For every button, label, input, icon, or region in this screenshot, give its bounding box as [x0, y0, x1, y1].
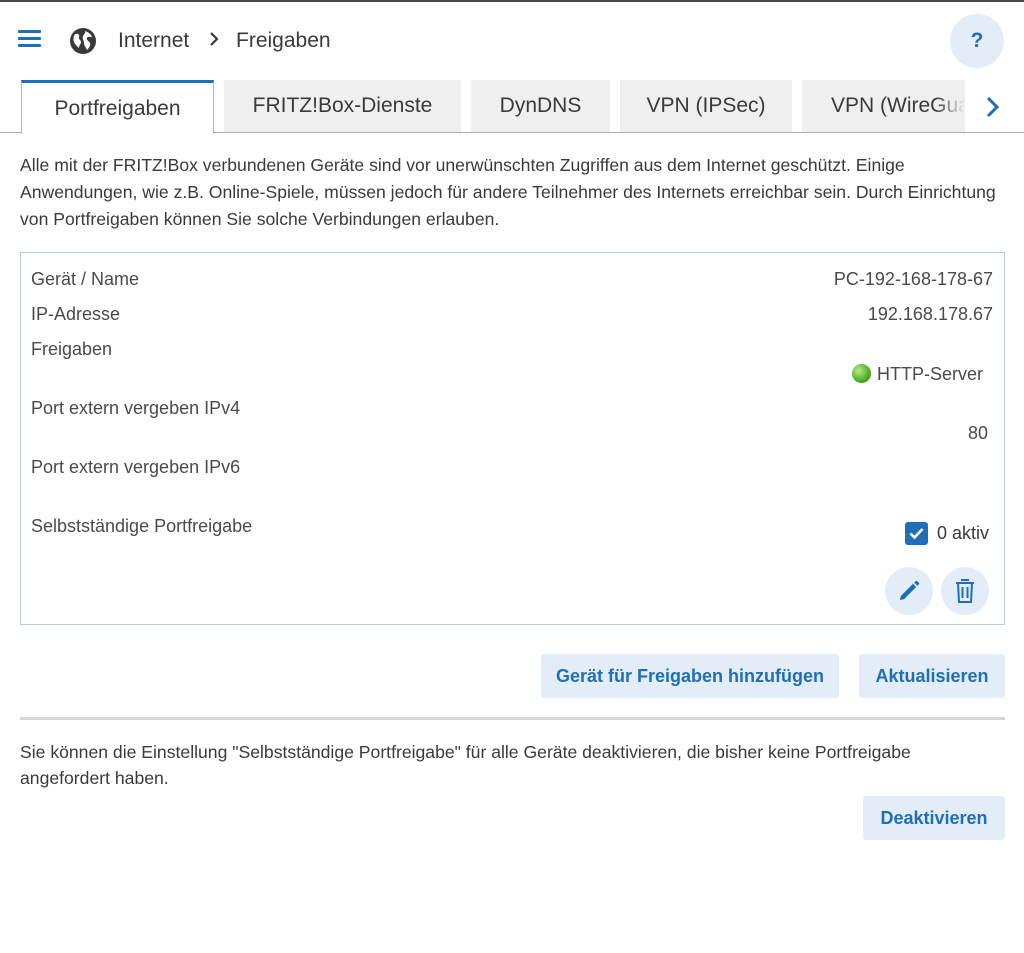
ip-address-value: 192.168.178.67: [867, 304, 993, 324]
section-divider: [20, 717, 1005, 720]
tab-dyndns[interactable]: DynDNS: [471, 80, 610, 132]
tab-fritzbox-dienste[interactable]: FRITZ!Box-Dienste: [224, 80, 461, 132]
ip-address-label: IP-Adresse: [31, 304, 121, 324]
add-device-button[interactable]: Gerät für Freigaben hinzufügen: [541, 654, 839, 698]
tab-scroll-right-icon[interactable]: [982, 94, 1004, 120]
deactivate-info-text: Sie können die Einstellung "Selbstständi…: [20, 742, 911, 788]
share-entry: HTTP-Server: [851, 364, 983, 385]
device-name-label: Gerät / Name: [31, 269, 140, 289]
edit-button[interactable]: [885, 567, 933, 615]
device-name-value: PC-192-168-178-67: [833, 269, 993, 289]
share-name: HTTP-Server: [876, 364, 983, 384]
pencil-icon: [900, 580, 920, 600]
shares-label: Freigaben: [31, 339, 113, 359]
help-button[interactable]: ?: [950, 14, 1004, 68]
globe-icon: [69, 27, 97, 55]
port-ipv4-label: Port extern vergeben IPv4: [31, 398, 241, 418]
refresh-button[interactable]: Aktualisieren: [859, 654, 1005, 698]
port-ipv6-label: Port extern vergeben IPv6: [31, 457, 241, 477]
device-card: Gerät / Name PC-192-168-178-67 IP-Adress…: [20, 252, 1005, 625]
delete-button[interactable]: [941, 567, 989, 615]
breadcrumb-internet[interactable]: Internet: [118, 29, 189, 53]
tab-portfreigaben[interactable]: Portfreigaben: [21, 80, 214, 134]
deactivate-button[interactable]: Deaktivieren: [863, 796, 1005, 840]
trash-icon: [956, 579, 974, 603]
breadcrumb-freigaben: Freigaben: [236, 29, 331, 52]
tab-vpn-wireguard[interactable]: VPN (WireGuard): [802, 80, 965, 132]
header: Internet Freigaben ?: [0, 2, 1024, 78]
status-dot-icon: [851, 364, 871, 383]
self-share-label: Selbstständige Portfreigabe: [31, 516, 253, 536]
menu-icon[interactable]: [18, 30, 41, 48]
intro-text: Alle mit der FRITZ!Box verbundenen Gerät…: [20, 155, 996, 229]
chevron-right-icon: [207, 31, 221, 47]
check-icon: [909, 528, 924, 540]
tab-bar: Portfreigaben FRITZ!Box-Dienste DynDNS V…: [0, 80, 1024, 134]
tab-vpn-ipsec[interactable]: VPN (IPSec): [620, 80, 792, 132]
self-share-checkbox[interactable]: [905, 522, 928, 545]
self-share-value: 0 aktiv: [937, 523, 990, 543]
port-ipv4-value: 80: [967, 423, 988, 443]
